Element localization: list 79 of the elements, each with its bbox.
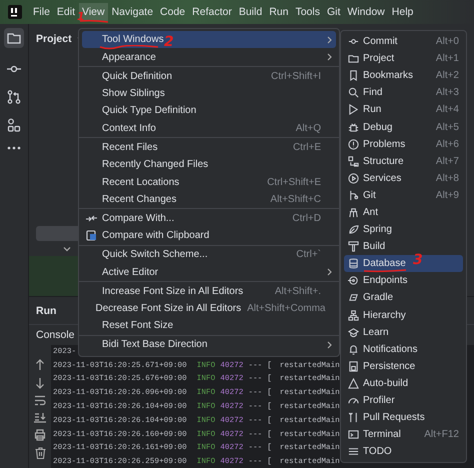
chevron-down-icon[interactable] [63, 246, 71, 252]
menu-item[interactable]: Spring [344, 221, 463, 238]
menu-item[interactable]: Database 3 [344, 255, 463, 272]
menu-item[interactable]: Recent Files Ctrl+E [82, 138, 336, 156]
menu-item[interactable]: Quick Switch Scheme... Ctrl+` [82, 246, 336, 264]
annotation-underline [99, 45, 159, 50]
structure-icon[interactable] [7, 118, 21, 132]
menu-item[interactable]: Debug Alt+5 [344, 118, 463, 136]
menu-item[interactable]: Appearance [82, 48, 336, 66]
menu-item[interactable]: Run [266, 3, 292, 21]
chevron-right-icon [327, 268, 332, 276]
menu-item[interactable]: Commit Alt+0 [344, 33, 463, 50]
menu-item[interactable]: Recent Locations Ctrl+Shift+E [82, 173, 336, 191]
arrow-up-icon[interactable] [35, 359, 45, 371]
chevron-right-icon [327, 36, 332, 44]
menu-item[interactable]: Compare with Clipboard [82, 227, 336, 244]
arrow-down-icon[interactable] [35, 377, 45, 389]
menu-item[interactable]: Build [236, 3, 266, 21]
menu-item[interactable]: Bookmarks Alt+2 [344, 67, 463, 84]
menu-item[interactable]: Navigate [108, 3, 156, 21]
menu-item[interactable]: TODO [344, 443, 463, 460]
menu-item[interactable]: Recently Changed Files [82, 156, 336, 174]
wrap-icon[interactable] [34, 395, 46, 406]
scroll-end-icon[interactable] [34, 412, 46, 423]
folder-icon[interactable] [4, 28, 24, 48]
trash-icon[interactable] [34, 447, 46, 459]
menu-item[interactable]: Services Alt+8 [344, 170, 463, 187]
menu-item[interactable]: Endpoints [344, 272, 463, 290]
annotation-number: 1 [77, 11, 85, 22]
menu-item[interactable]: Quick Type Definition [82, 102, 336, 120]
menu-item[interactable]: Edit [54, 3, 78, 21]
menu-item[interactable]: Git [324, 3, 344, 21]
annotation-underline [363, 269, 407, 274]
more-icon[interactable] [7, 146, 21, 150]
clipboard-icon [86, 230, 97, 242]
menu-item[interactable]: Help [388, 3, 416, 21]
arrows-icon [86, 212, 97, 224]
menu-item[interactable]: File [30, 3, 53, 21]
annotation-number: 2 [164, 35, 174, 50]
print-icon[interactable] [34, 429, 46, 441]
console-tab[interactable]: Console [36, 329, 75, 341]
menu-item[interactable]: Project Alt+1 [344, 50, 463, 68]
menu-item[interactable]: Ant [344, 204, 463, 222]
menu-item[interactable]: Pull Requests [344, 409, 463, 426]
menu-item[interactable]: Compare With... Ctrl+D [82, 210, 336, 228]
app-logo-icon [8, 5, 22, 19]
menu-item[interactable]: Active Editor [82, 263, 336, 281]
menu-item[interactable]: Bidi Text Base Direction [82, 336, 336, 354]
menu-item[interactable]: Learn [344, 324, 463, 341]
menu-item[interactable]: Auto-build [344, 374, 463, 392]
annotation-number: 3 [413, 253, 423, 268]
menu-item[interactable]: Tools [292, 3, 323, 21]
menu-item[interactable]: Profiler [344, 392, 463, 410]
menu-item[interactable]: Reset Font Size [82, 317, 336, 335]
menu-item[interactable]: Code [157, 3, 188, 21]
panel-title[interactable]: Run [36, 305, 56, 317]
menu-item[interactable]: Increase Font Size in All Editors Alt+Shift+. [82, 282, 336, 300]
menu-item[interactable]: Structure Alt+7 [344, 152, 463, 170]
menu-item[interactable]: Window [344, 3, 388, 21]
chevron-right-icon [327, 340, 332, 349]
panel-title[interactable]: Project [36, 33, 72, 45]
menu-item[interactable]: Problems Alt+6 [344, 136, 463, 153]
menu-item[interactable]: Persistence [344, 358, 463, 375]
annotation-underline [79, 19, 110, 23]
menu-item[interactable]: Context Info Alt+Q [82, 120, 336, 137]
menu-item[interactable]: Run Alt+4 [344, 101, 463, 118]
menu-item[interactable]: Quick Definition Ctrl+Shift+I [82, 67, 336, 85]
menu-item[interactable]: Hierarchy [344, 306, 463, 324]
menu-item[interactable]: Recent Changes Alt+Shift+C [82, 190, 336, 208]
menu-item[interactable]: Notifications [344, 340, 463, 358]
menu-item[interactable]: Git Alt+9 [344, 186, 463, 204]
menu-item[interactable]: Refactor [189, 3, 235, 21]
menu-item[interactable]: Terminal Alt+F12 [344, 426, 463, 444]
chevron-right-icon [327, 53, 332, 62]
menu-item[interactable]: Decrease Font Size in All Editors Alt+Shift+Comma [82, 300, 336, 318]
menu-item[interactable]: Find Alt+3 [344, 84, 463, 102]
menu-item[interactable]: Show Siblings [82, 84, 336, 102]
pull-request-icon[interactable] [7, 90, 21, 104]
menu-item[interactable]: Gradle [344, 289, 463, 306]
